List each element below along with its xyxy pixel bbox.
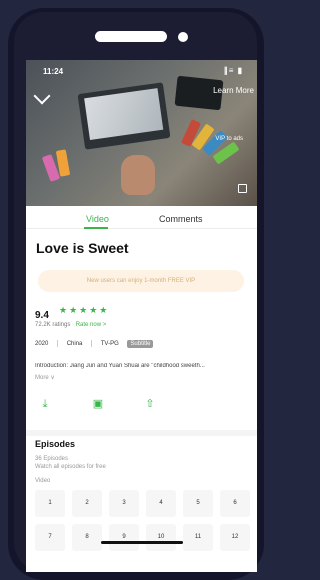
show-meta: 2020 China TV-PG Subtitle xyxy=(35,340,160,349)
episode-button[interactable]: 10 xyxy=(146,524,176,551)
star-rating-icon: ★★★★★ xyxy=(59,305,110,315)
tab-comments[interactable]: Comments xyxy=(159,214,203,224)
home-indicator[interactable] xyxy=(101,541,183,544)
more-toggle[interactable]: More ∨ xyxy=(35,374,55,381)
episode-button[interactable]: 12 xyxy=(220,524,250,551)
episode-button[interactable]: 5 xyxy=(183,490,213,517)
speaker-notch xyxy=(95,31,167,42)
episode-button[interactable]: 1 xyxy=(35,490,65,517)
rate-now-link[interactable]: Rate now > xyxy=(76,322,107,328)
video-player[interactable]: 11:24 ∥≡ ▮ Learn More VIP to ads xyxy=(26,60,257,206)
ratings-line: 72.2K ratings · Rate now > xyxy=(35,322,107,328)
episodes-subtitle: Watch all episodes for free xyxy=(35,464,106,470)
learn-more-link[interactable]: Learn More xyxy=(213,86,254,95)
episode-button[interactable]: 7 xyxy=(35,524,65,551)
tab-video[interactable]: Video xyxy=(86,214,109,224)
region-tag: China xyxy=(66,341,83,348)
episodes-title: Episodes xyxy=(35,439,76,449)
divider xyxy=(91,340,93,347)
episode-button[interactable]: 9 xyxy=(109,524,139,551)
rating-value: 9.4 xyxy=(35,310,49,321)
year-tag: 2020 xyxy=(35,341,49,348)
add-to-list-icon[interactable]: ▣ xyxy=(92,398,104,410)
status-bar: 11:24 ∥≡ ▮ xyxy=(26,60,257,82)
divider xyxy=(57,340,59,347)
fullscreen-icon[interactable] xyxy=(238,184,247,193)
active-tab-indicator xyxy=(84,227,108,229)
signal-wifi-battery-icon: ∥≡ ▮ xyxy=(223,66,243,75)
ratings-count: 72.2K ratings xyxy=(35,322,71,328)
laptop-screen-image xyxy=(84,88,164,140)
download-icon[interactable]: ⤓ xyxy=(39,398,51,410)
hand-image xyxy=(121,155,155,195)
video-label: Video xyxy=(35,478,51,484)
episode-button[interactable]: 11 xyxy=(183,524,213,551)
episode-button[interactable]: 4 xyxy=(146,490,176,517)
episode-button[interactable]: 8 xyxy=(72,524,102,551)
age-rating-tag: TV-PG xyxy=(100,341,119,348)
vip-ads-text[interactable]: VIP to ads xyxy=(215,136,243,142)
section-divider xyxy=(26,430,257,436)
show-introduction[interactable]: Introduction: Jiang Jun and Yuan Shuai a… xyxy=(35,363,245,369)
tab-bar: Video Comments xyxy=(26,206,257,229)
status-time: 11:24 xyxy=(43,67,64,76)
camera-dot xyxy=(178,32,188,42)
app-screen: 11:24 ∥≡ ▮ Learn More VIP to ads Video C… xyxy=(26,60,257,572)
rating-row: 9.4 ★★★★★ xyxy=(35,305,107,321)
chevron-back-icon[interactable] xyxy=(33,87,51,105)
vip-promo-banner[interactable]: New users can enjoy 1-month FREE VIP xyxy=(38,270,244,292)
episode-button[interactable]: 2 xyxy=(72,490,102,517)
episode-button[interactable]: 6 xyxy=(220,490,250,517)
subtitle-badge: Subtitle xyxy=(127,340,154,349)
episode-button[interactable]: 3 xyxy=(109,490,139,517)
laptop-image xyxy=(77,82,171,150)
episodes-count: 36 Episodes xyxy=(35,456,69,462)
show-title: Love is Sweet xyxy=(36,240,129,256)
share-icon[interactable]: ⇧ xyxy=(144,398,156,410)
